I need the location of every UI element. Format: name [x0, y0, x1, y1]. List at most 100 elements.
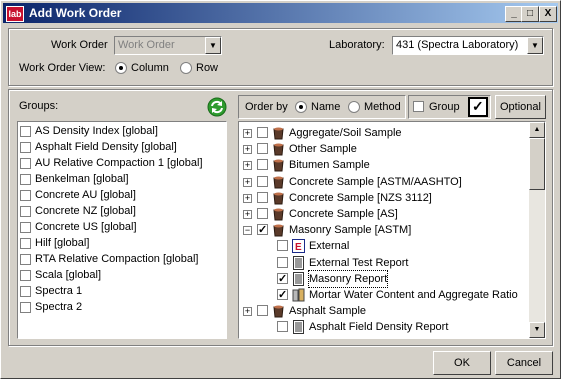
tree-item-checkbox[interactable] — [277, 287, 288, 303]
tree-item-checkbox[interactable] — [277, 271, 288, 287]
tree-item-label: External — [309, 240, 350, 253]
tree-item[interactable]: Asphalt Field Density Report — [239, 319, 529, 335]
group-list-item[interactable]: Hilf [global] — [18, 235, 226, 251]
work-order-view-label: Work Order View: — [19, 62, 106, 74]
group-checkbox[interactable] — [20, 125, 31, 137]
tree-item-checkbox[interactable] — [277, 240, 288, 252]
row-radio[interactable] — [180, 62, 192, 74]
tree-item[interactable]: + Concrete Sample [NZS 3112] — [239, 190, 529, 206]
group-checkbox[interactable] — [20, 141, 31, 153]
tree-scrollbar[interactable]: ▲ ▼ — [529, 122, 545, 338]
laboratory-value: 431 (Spectra Laboratory) — [396, 39, 519, 51]
order-name-label: Name — [311, 101, 341, 113]
tree-item-checkbox[interactable] — [257, 305, 268, 317]
tree-item[interactable]: Masonry Report — [239, 269, 529, 288]
group-item-label: Benkelman [global] — [35, 173, 129, 185]
group-list-item[interactable]: Scala [global] — [18, 267, 226, 283]
tree-item[interactable]: + Aggregate/Soil Sample — [239, 125, 529, 141]
title-bar[interactable]: lab Add Work Order _ □ X — [3, 3, 558, 23]
scroll-up-button[interactable]: ▲ — [529, 122, 545, 138]
tree-item[interactable]: + Other Sample — [239, 141, 529, 157]
tree-item[interactable]: + Concrete Sample [AS] — [239, 206, 529, 222]
order-name-radio[interactable] — [295, 101, 307, 113]
work-order-select[interactable]: Work Order ▼ — [114, 36, 222, 55]
optional-button[interactable]: Optional — [495, 95, 546, 119]
sample-bucket-icon — [272, 142, 285, 156]
scroll-thumb[interactable] — [529, 138, 545, 190]
group-list-item[interactable]: Spectra 1 — [18, 283, 226, 299]
group-item-label: Hilf [global] — [35, 237, 90, 249]
order-method-label: Method — [364, 101, 401, 113]
expand-icon[interactable]: + — [243, 193, 252, 203]
group-label: Group — [429, 101, 460, 113]
tree-item-checkbox[interactable] — [257, 127, 268, 138]
group-checkbox[interactable] — [20, 157, 31, 169]
test-tree[interactable]: + Aggregate/Soil Sample + Other Sample + Bitu… — [238, 121, 546, 339]
group-list-item[interactable]: Concrete US [global] — [18, 219, 226, 235]
sample-bucket-icon — [272, 175, 285, 189]
tree-item-label: Concrete Sample [AS] — [289, 208, 398, 220]
expand-icon[interactable]: + — [243, 145, 252, 155]
group-checkbox[interactable] — [20, 205, 31, 217]
expand-icon[interactable]: + — [243, 177, 252, 187]
refresh-icon[interactable] — [207, 97, 227, 117]
tree-item[interactable]: + Bitumen Sample — [239, 157, 529, 173]
tree-item[interactable]: E External — [239, 238, 529, 254]
tree-item-checkbox[interactable] — [257, 191, 268, 203]
tree-item-checkbox[interactable] — [257, 175, 268, 187]
collapse-icon[interactable]: − — [243, 226, 252, 236]
laboratory-select[interactable]: 431 (Spectra Laboratory) ▼ — [392, 36, 544, 55]
svg-text:E: E — [295, 242, 302, 253]
expand-icon[interactable]: + — [243, 129, 252, 138]
group-item-label: AS Density Index [global] — [35, 125, 158, 137]
tree-item-checkbox[interactable] — [257, 222, 268, 238]
group-checkbox[interactable] — [20, 269, 31, 281]
scroll-down-button[interactable]: ▼ — [529, 322, 545, 338]
group-checkbox[interactable] — [413, 101, 424, 112]
tree-item[interactable]: − Masonry Sample [ASTM] — [239, 222, 529, 238]
test-icon — [292, 288, 305, 302]
group-list-item[interactable]: Spectra 2 — [18, 299, 226, 315]
group-checkbox[interactable] — [20, 189, 31, 201]
tree-item[interactable]: External Test Report — [239, 255, 529, 271]
tree-item-checkbox[interactable] — [277, 256, 288, 268]
column-radio[interactable] — [115, 62, 127, 74]
checkmark-icon: ✓ — [472, 98, 484, 114]
maximize-button[interactable]: □ — [521, 6, 539, 22]
expand-icon[interactable]: + — [243, 161, 252, 171]
tree-item[interactable]: Mortar Water Content and Aggregate Ratio — [239, 287, 529, 303]
group-checkbox[interactable] — [20, 221, 31, 233]
tree-item[interactable]: + Asphalt Sample — [239, 303, 529, 319]
window-title: Add Work Order — [29, 6, 122, 20]
ok-button[interactable]: OK — [433, 351, 491, 375]
tree-item-label: Other Sample — [289, 143, 357, 156]
group-list-item[interactable]: Benkelman [global] — [18, 171, 226, 187]
row-label: Row — [196, 62, 219, 74]
tree-item-checkbox[interactable] — [257, 208, 268, 219]
group-checkbox[interactable] — [20, 285, 31, 297]
group-list-item[interactable]: RTA Relative Compaction [global] — [18, 251, 226, 267]
group-checkbox[interactable] — [20, 301, 31, 313]
group-checkbox[interactable] — [20, 173, 31, 185]
group-list-item[interactable]: Concrete NZ [global] — [18, 203, 226, 219]
expand-icon[interactable]: + — [243, 307, 252, 317]
group-list-item[interactable]: AS Density Index [global] — [18, 123, 226, 139]
tree-item[interactable]: + Concrete Sample [ASTM/AASHTO] — [239, 174, 529, 190]
tree-item-label: Masonry Report — [307, 269, 389, 288]
tree-item-checkbox[interactable] — [257, 143, 268, 155]
close-button[interactable]: X — [539, 6, 557, 22]
group-list-item[interactable]: Concrete AU [global] — [18, 187, 226, 203]
tree-item-checkbox[interactable] — [277, 321, 288, 333]
cancel-button[interactable]: Cancel — [495, 351, 553, 375]
expand-icon[interactable]: + — [243, 210, 252, 219]
report-icon — [292, 255, 305, 270]
check-all-toggle[interactable]: ✓ — [468, 97, 488, 117]
groups-list[interactable]: AS Density Index [global] Asphalt Field D… — [17, 121, 227, 339]
group-item-label: Spectra 2 — [35, 301, 83, 313]
tree-item-checkbox[interactable] — [257, 159, 268, 171]
order-method-radio[interactable] — [348, 101, 360, 113]
group-list-item[interactable]: Asphalt Field Density [global] — [18, 139, 226, 155]
group-list-item[interactable]: AU Relative Compaction 1 [global] — [18, 155, 226, 171]
group-checkbox[interactable] — [20, 237, 31, 249]
group-checkbox[interactable] — [20, 253, 31, 265]
